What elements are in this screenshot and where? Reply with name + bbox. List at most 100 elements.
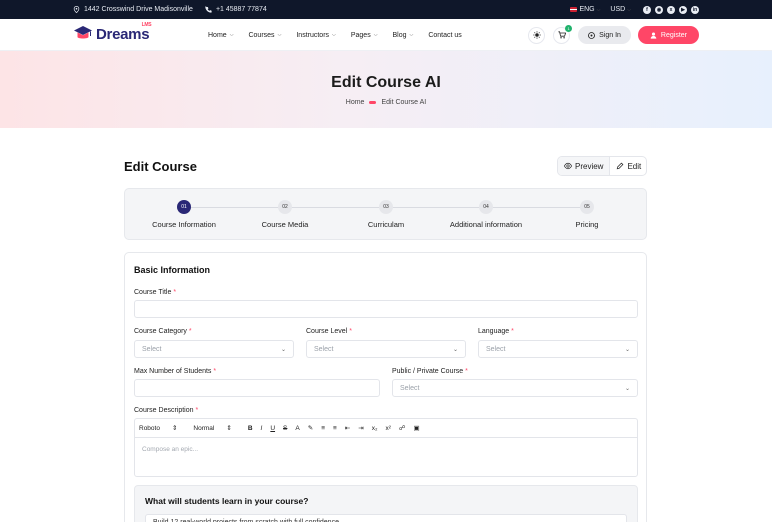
step-additional-information[interactable]: 04 Additional information (436, 200, 536, 229)
course-level-label: Course Level * (306, 328, 352, 335)
course-title-input[interactable] (134, 300, 638, 318)
learning-outcome-input[interactable]: Build 12 real-world projects from scratc… (145, 514, 627, 522)
bold-icon[interactable]: B (248, 425, 253, 432)
chevron-down-icon: ⌵ (409, 32, 414, 38)
address-info: 1442 Crosswind Drive Madisonville (73, 6, 193, 13)
language-selector[interactable]: ENG ⌵ (570, 6, 600, 13)
nav-item-blog[interactable]: Blog ⌵ (393, 32, 414, 39)
underline-icon[interactable]: U (270, 425, 275, 432)
image-icon[interactable]: ▣ (413, 424, 419, 432)
preview-edit-toggle: Preview Edit (557, 156, 647, 176)
max-students-input[interactable] (134, 379, 380, 397)
highlight-icon[interactable]: ✎ (308, 424, 313, 432)
cart-button[interactable]: 1 (553, 24, 573, 44)
step-label: Curriculam (367, 220, 405, 229)
superscript-icon[interactable]: x² (385, 425, 390, 432)
step-label: Course Media (261, 220, 309, 229)
visibility-label: Public / Private Course * (392, 368, 468, 375)
phone-text: +1 45887 77874 (215, 6, 267, 13)
instagram-icon[interactable]: ◉ (655, 5, 663, 14)
updown-icon: ⇕ (171, 425, 178, 432)
logo-text: Dreams LMS (96, 21, 152, 43)
font-family-select[interactable]: Roboto ⇕ (139, 424, 178, 433)
step-course-media[interactable]: 02 Course Media (235, 200, 335, 229)
step-course-information[interactable]: 01 Course Information (134, 200, 234, 229)
lock-icon (588, 31, 596, 39)
description-editor: Roboto ⇕ Normal ⇕ B I U S A ✎ ≡ ≡ ⇤ ⇥ x₂ x… (134, 418, 638, 477)
user-icon (650, 32, 657, 39)
phone-info: +1 45887 77874 (205, 6, 267, 13)
social-links: f ◉ x ▶ in (643, 5, 699, 14)
course-title-label: Course Title * (134, 289, 177, 296)
learning-outcomes-title: What will students learn in your course? (145, 496, 309, 506)
chevron-down-icon: ⌄ (452, 347, 458, 353)
currency-selector[interactable]: USD ⌵ (610, 6, 631, 13)
chevron-down-icon: ⌵ (373, 32, 378, 38)
text-color-icon[interactable]: A (295, 425, 299, 432)
register-button[interactable]: Register (637, 26, 699, 44)
nav-item-instructors[interactable]: Instructors ⌵ (296, 32, 335, 39)
editor-placeholder[interactable]: Compose an epic... (135, 438, 637, 461)
course-level-select[interactable]: Select ⌄ (306, 340, 466, 358)
indent-increase-icon[interactable]: ⇥ (358, 424, 363, 432)
uk-flag-icon (570, 7, 578, 12)
language-select[interactable]: Select ⌄ (478, 340, 638, 358)
editor-toolbar: Roboto ⇕ Normal ⇕ B I U S A ✎ ≡ ≡ ⇤ ⇥ x₂ x… (135, 419, 637, 438)
graduation-cap-icon (74, 26, 92, 39)
chevron-down-icon: ⌄ (624, 386, 630, 392)
step-label: Pricing (575, 220, 599, 229)
site-logo[interactable]: Dreams LMS (73, 21, 152, 43)
edit-button[interactable]: Edit (610, 157, 647, 175)
banner-title: Edit Course AI (331, 74, 441, 91)
chevron-down-icon: ⌵ (596, 6, 601, 13)
currency-label: USD (610, 6, 626, 13)
max-students-label: Max Number of Students * (134, 368, 217, 375)
youtube-icon[interactable]: ▶ (679, 5, 687, 14)
step-curriculam[interactable]: 03 Curriculam (336, 200, 436, 229)
step-number: 05 (580, 200, 594, 214)
step-label: Additional information (449, 220, 523, 229)
course-category-select[interactable]: Select ⌄ (134, 340, 294, 358)
twitter-icon[interactable]: x (667, 5, 675, 14)
cart-count-badge: 1 (565, 24, 573, 32)
bullet-list-icon[interactable]: ≡ (333, 425, 337, 432)
sign-in-button[interactable]: Sign In (578, 26, 631, 44)
updown-icon: ⇕ (226, 425, 232, 432)
sun-icon (532, 31, 541, 39)
subscript-icon[interactable]: x₂ (372, 425, 378, 432)
top-info-bar: 1442 Crosswind Drive Madisonville +1 458… (0, 0, 772, 19)
phone-icon (205, 6, 212, 13)
facebook-icon[interactable]: f (643, 5, 651, 14)
language-label: Language * (478, 328, 514, 335)
location-pin-icon (73, 6, 80, 13)
chevron-down-icon: ⌄ (280, 347, 286, 353)
visibility-select[interactable]: Select ⌄ (392, 379, 638, 397)
linkedin-icon[interactable]: in (691, 5, 699, 14)
ordered-list-icon[interactable]: ≡ (321, 425, 325, 432)
description-label: Course Description * (134, 407, 199, 414)
page-title: Edit Course (124, 159, 197, 174)
chevron-down-icon: ⌵ (277, 32, 282, 38)
theme-toggle-button[interactable] (528, 26, 546, 44)
font-size-select[interactable]: Normal ⇕ (193, 424, 232, 433)
nav-item-home[interactable]: Home ⌵ (208, 32, 233, 39)
step-number: 04 (479, 200, 493, 214)
step-pricing[interactable]: 05 Pricing (537, 200, 637, 229)
step-label: Course Information (152, 220, 216, 229)
step-number: 02 (278, 200, 292, 214)
chevron-down-icon: ⌵ (332, 32, 336, 38)
italic-icon[interactable]: I (261, 425, 263, 432)
nav-item-contact[interactable]: Contact us (428, 32, 461, 39)
link-icon[interactable]: ☍ (399, 424, 406, 432)
nav-item-pages[interactable]: Pages ⌵ (351, 32, 378, 39)
main-nav: Home ⌵ Courses ⌵ Instructors ⌵ Pages ⌵ Blog ⌵… (208, 19, 462, 51)
course-stepper: 01 Course Information 02 Course Media 03… (124, 188, 647, 240)
cart-icon (558, 31, 566, 39)
nav-item-courses[interactable]: Courses ⌵ (248, 32, 281, 39)
indent-decrease-icon[interactable]: ⇤ (345, 424, 350, 432)
language-label: ENG (579, 6, 595, 13)
address-text: 1442 Crosswind Drive Madisonville (84, 6, 193, 13)
breadcrumb-home[interactable]: Home (346, 99, 365, 106)
preview-button[interactable]: Preview (558, 157, 611, 175)
strikethrough-icon[interactable]: S (283, 425, 287, 432)
